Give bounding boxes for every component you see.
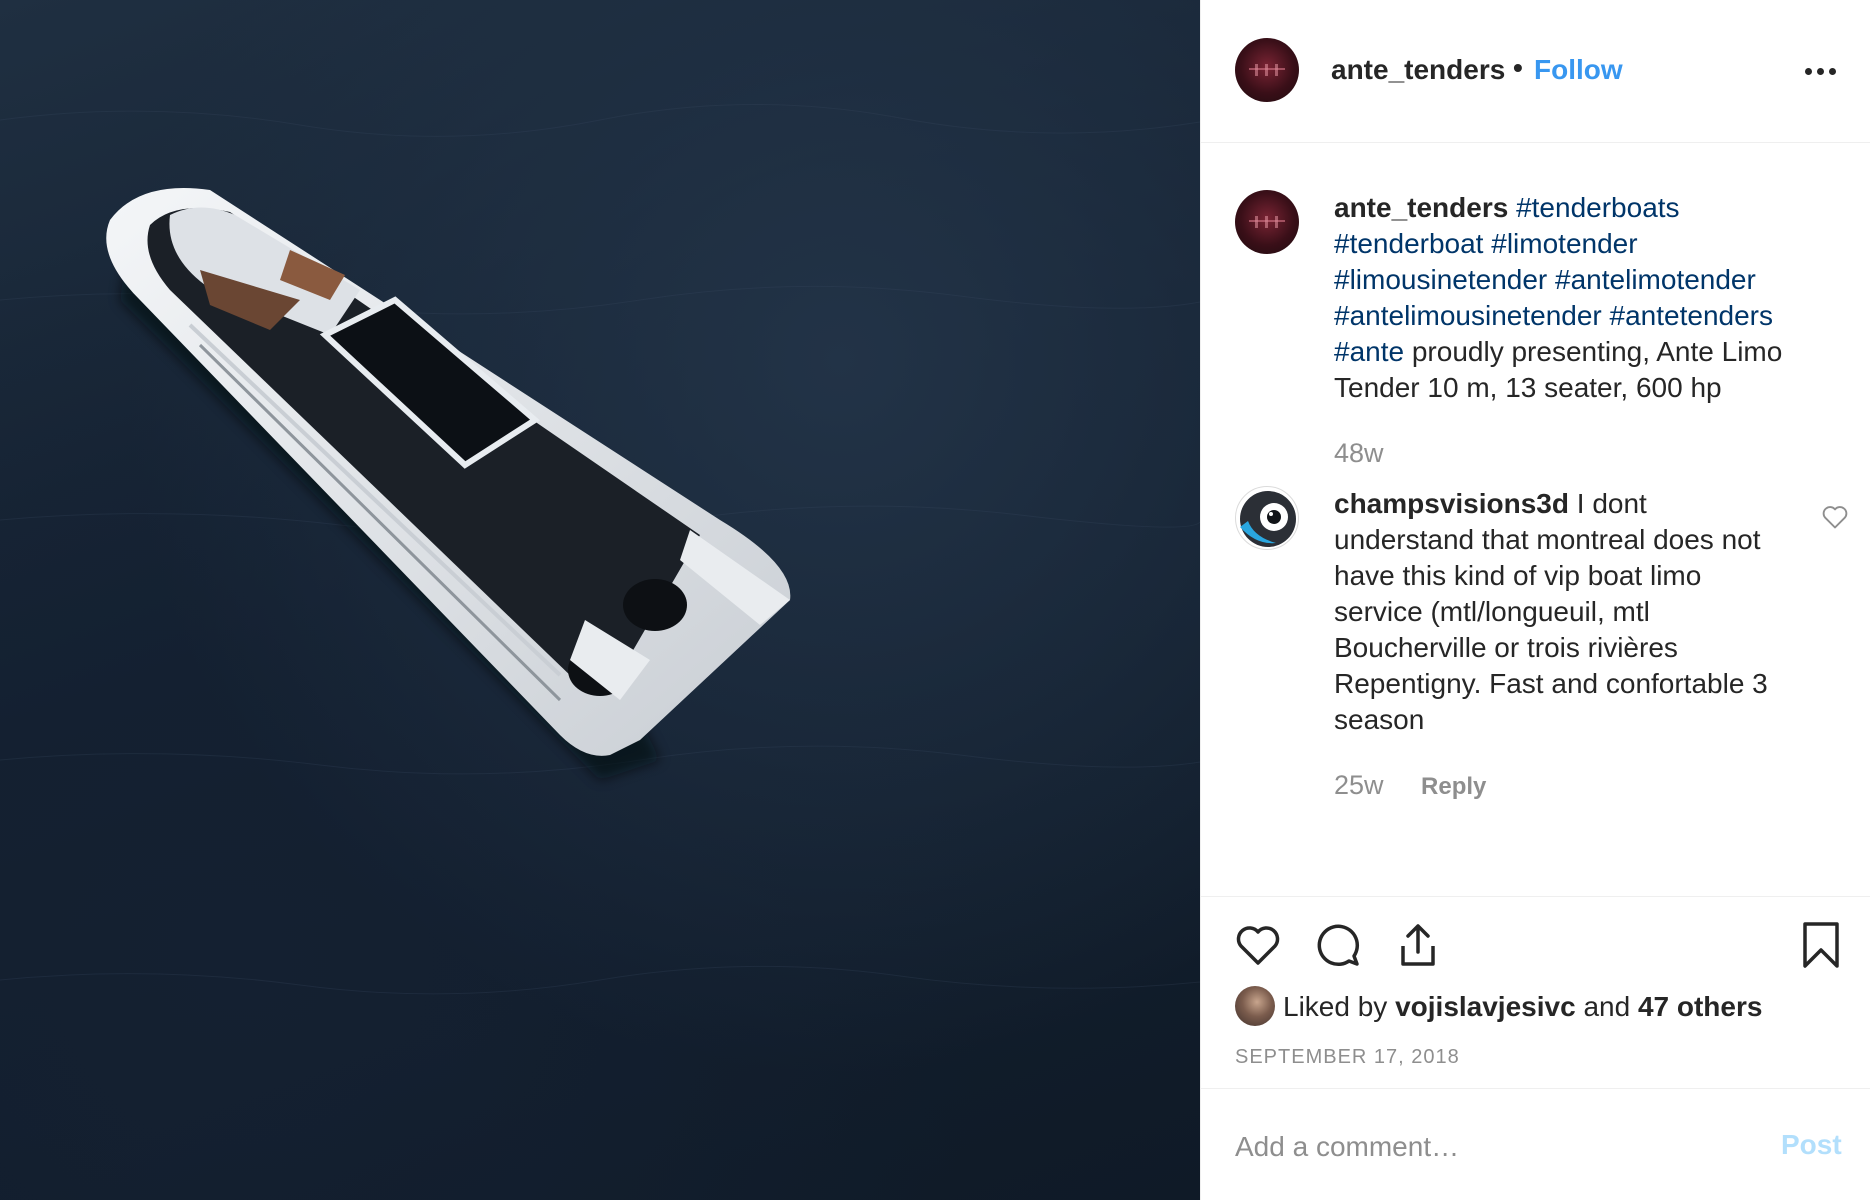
likes-prefix: Liked by	[1283, 991, 1388, 1022]
likes-summary: Liked by vojislavjesivc and 47 others	[1283, 991, 1762, 1023]
author-username[interactable]: ante_tenders	[1331, 54, 1505, 86]
hashtag[interactable]: #antelimotender	[1555, 264, 1756, 295]
comment-like-heart-icon[interactable]	[1821, 504, 1849, 530]
post-sidebar: ante_tenders • Follow ante_tenders #tend…	[1200, 0, 1870, 1200]
post-image[interactable]	[0, 0, 1200, 1200]
liker-avatar[interactable]	[1235, 986, 1275, 1026]
hashtag[interactable]: #antetenders	[1610, 300, 1773, 331]
ante-logo-icon	[1249, 216, 1285, 228]
boat-photo	[0, 104, 1200, 995]
comment-icon[interactable]	[1313, 920, 1363, 970]
commenter-avatar[interactable]	[1235, 486, 1299, 550]
follow-button[interactable]: Follow	[1534, 54, 1623, 86]
comment-text: champsvisions3d I dont understand that m…	[1334, 486, 1794, 738]
bookmark-icon[interactable]	[1796, 920, 1846, 970]
likes-others-link[interactable]: 47 others	[1638, 991, 1763, 1022]
more-horizontal-icon[interactable]	[1801, 62, 1841, 82]
eye-logo-icon	[1240, 491, 1296, 547]
post-date[interactable]: SEPTEMBER 17, 2018	[1235, 1046, 1460, 1069]
caption-text: ante_tenders #tenderboats #tenderboat #l…	[1334, 190, 1834, 406]
comment-timestamp[interactable]: 25w	[1334, 770, 1384, 800]
caption-avatar[interactable]	[1235, 190, 1299, 254]
reply-button[interactable]: Reply	[1421, 773, 1486, 800]
add-comment-bar: Post	[1201, 1088, 1870, 1200]
post-comment-button[interactable]: Post	[1781, 1129, 1842, 1161]
commenter-username[interactable]: champsvisions3d	[1334, 488, 1569, 519]
add-comment-input[interactable]	[1235, 1127, 1715, 1167]
share-icon[interactable]	[1393, 920, 1443, 970]
likes-conjunction: and	[1583, 991, 1631, 1022]
hashtag[interactable]: #limotender	[1491, 228, 1637, 259]
hashtag[interactable]: #tenderboat	[1334, 228, 1483, 259]
comment-body: I dont understand that montreal does not…	[1334, 488, 1768, 735]
hashtag[interactable]: #tenderboats	[1516, 192, 1679, 223]
author-avatar[interactable]	[1235, 38, 1299, 102]
post-header: ante_tenders • Follow	[1201, 0, 1870, 143]
hashtag[interactable]: #limousinetender	[1334, 264, 1547, 295]
caption-username[interactable]: ante_tenders	[1334, 192, 1508, 223]
separator-dot: •	[1513, 52, 1523, 83]
caption-timestamp[interactable]: 48w	[1334, 438, 1384, 469]
ante-logo-icon	[1249, 64, 1285, 76]
heart-icon[interactable]	[1233, 920, 1283, 970]
actions-divider	[1201, 896, 1870, 897]
comment-meta: 25w Reply	[1334, 770, 1486, 801]
hashtag[interactable]: #antelimousinetender	[1334, 300, 1602, 331]
liker-username[interactable]: vojislavjesivc	[1395, 991, 1576, 1022]
hashtag[interactable]: #ante	[1334, 336, 1404, 367]
